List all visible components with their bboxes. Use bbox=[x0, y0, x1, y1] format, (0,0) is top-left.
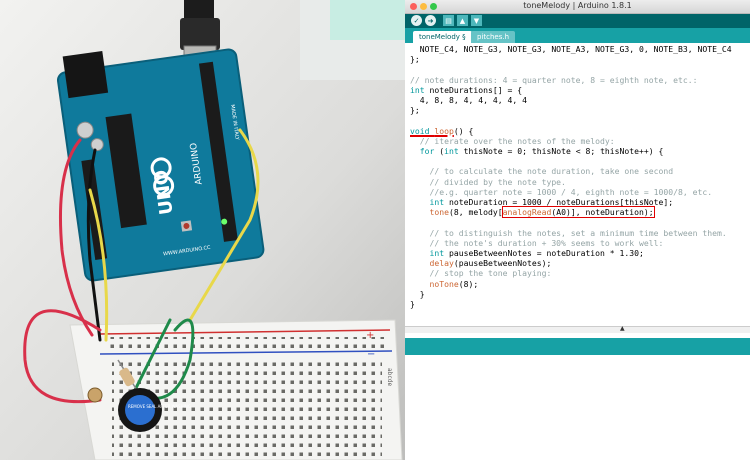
tab-tonemelody[interactable]: toneMelody § bbox=[413, 31, 472, 43]
row-labels: abcde bbox=[386, 368, 393, 386]
rail-minus-label: − bbox=[367, 349, 375, 360]
verify-icon[interactable]: ✓ bbox=[411, 15, 422, 26]
code-line: }; bbox=[410, 54, 420, 65]
code-line: (pauseBetweenNotes); bbox=[453, 258, 552, 269]
analogread-highlight: analogRead(A0)], noteDuration); bbox=[501, 206, 655, 219]
code-line: () { bbox=[453, 125, 474, 136]
open-icon[interactable]: ▲ bbox=[457, 15, 468, 26]
code-comment: // note durations: 4 = quarter note, 8 =… bbox=[410, 74, 698, 85]
code-line: NOTE_C4, NOTE_G3, NOTE_G3, NOTE_A3, NOTE… bbox=[410, 44, 732, 54]
circuit-photo: UNO ARDUINO WWW.ARDUINO.CC MADE IN ITALY… bbox=[0, 0, 405, 460]
code-comment: // stop the tone playing: bbox=[410, 268, 552, 279]
code-comment: // to distinguish the notes, set a minim… bbox=[410, 227, 727, 238]
tab-bar: toneMelody § pitches.h bbox=[405, 28, 750, 43]
code-editor[interactable]: NOTE_C4, NOTE_G3, NOTE_G3, NOTE_A3, NOTE… bbox=[405, 43, 750, 326]
code-line: noteDurations[] = { bbox=[424, 84, 523, 95]
code-line: ( bbox=[434, 146, 445, 157]
new-icon[interactable]: ▤ bbox=[443, 15, 454, 26]
code-keyword: int bbox=[410, 84, 425, 95]
circuit-photo-drawing: UNO ARDUINO WWW.ARDUINO.CC MADE IN ITALY… bbox=[0, 0, 405, 460]
code-line: (A0)], noteDuration); bbox=[551, 207, 654, 218]
code-comment: //e.g. quarter note = 1000 / 4, eighth n… bbox=[410, 186, 713, 197]
arduino-ide-window: toneMelody | Arduino 1.8.1 ✓ ➜ ▤ ▲ ▼ ton… bbox=[405, 0, 750, 460]
tab-pitches[interactable]: pitches.h bbox=[471, 31, 516, 43]
code-keyword: int bbox=[429, 248, 445, 259]
arduino-board: UNO ARDUINO WWW.ARDUINO.CC MADE IN ITALY bbox=[56, 48, 265, 282]
window-title: toneMelody | Arduino 1.8.1 bbox=[523, 1, 632, 10]
code-function: delay bbox=[429, 258, 454, 269]
code-line: noteDuration = 1000 / noteDurations[this… bbox=[444, 197, 674, 208]
code-function: analogRead bbox=[502, 207, 552, 218]
code-line: }; bbox=[410, 105, 420, 116]
code-line: thisNote = 0; thisNote < 8; thisNote++) … bbox=[458, 146, 664, 157]
code-comment: // iterate over the notes of the melody: bbox=[410, 135, 615, 146]
code-keyword: int bbox=[429, 197, 445, 208]
toolbar: ✓ ➜ ▤ ▲ ▼ bbox=[405, 14, 750, 28]
code-keyword: for bbox=[419, 146, 435, 157]
code-line: pauseBetweenNotes = noteDuration * 1.30; bbox=[444, 248, 644, 259]
code-comment: // to calculate the note duration, take … bbox=[410, 166, 674, 177]
console-output bbox=[405, 355, 750, 460]
code-keyword: int bbox=[444, 146, 459, 157]
code-comment: // the note's duration + 30% seems to wo… bbox=[410, 237, 664, 248]
code-line: (8); bbox=[458, 278, 479, 289]
code-line: } bbox=[410, 288, 425, 299]
title-bar: toneMelody | Arduino 1.8.1 bbox=[405, 0, 750, 14]
code-keyword: void bbox=[410, 125, 430, 136]
loop-function-name: loop bbox=[434, 125, 454, 136]
save-icon[interactable]: ▼ bbox=[471, 15, 482, 26]
photoresistor bbox=[87, 387, 103, 403]
code-line: 4, 8, 8, 4, 4, 4, 4, 4 bbox=[410, 95, 527, 106]
console-status-bar bbox=[405, 338, 750, 355]
code-line: (8, melody[ bbox=[449, 207, 503, 218]
code-line: } bbox=[410, 299, 415, 310]
divider-arrow-icon[interactable]: ▲ bbox=[620, 326, 625, 332]
code-function: tone bbox=[429, 207, 450, 218]
buzzer-label: REMOVE SEAL AFTER WASHING bbox=[128, 404, 191, 409]
code-comment: // divided by the note type. bbox=[410, 176, 566, 187]
breadboard: + − abcde bbox=[69, 319, 403, 460]
editor-console-divider[interactable] bbox=[405, 326, 750, 333]
rail-plus-label: + bbox=[366, 330, 374, 341]
code-function: noTone bbox=[429, 278, 459, 289]
upload-icon[interactable]: ➜ bbox=[425, 15, 436, 26]
